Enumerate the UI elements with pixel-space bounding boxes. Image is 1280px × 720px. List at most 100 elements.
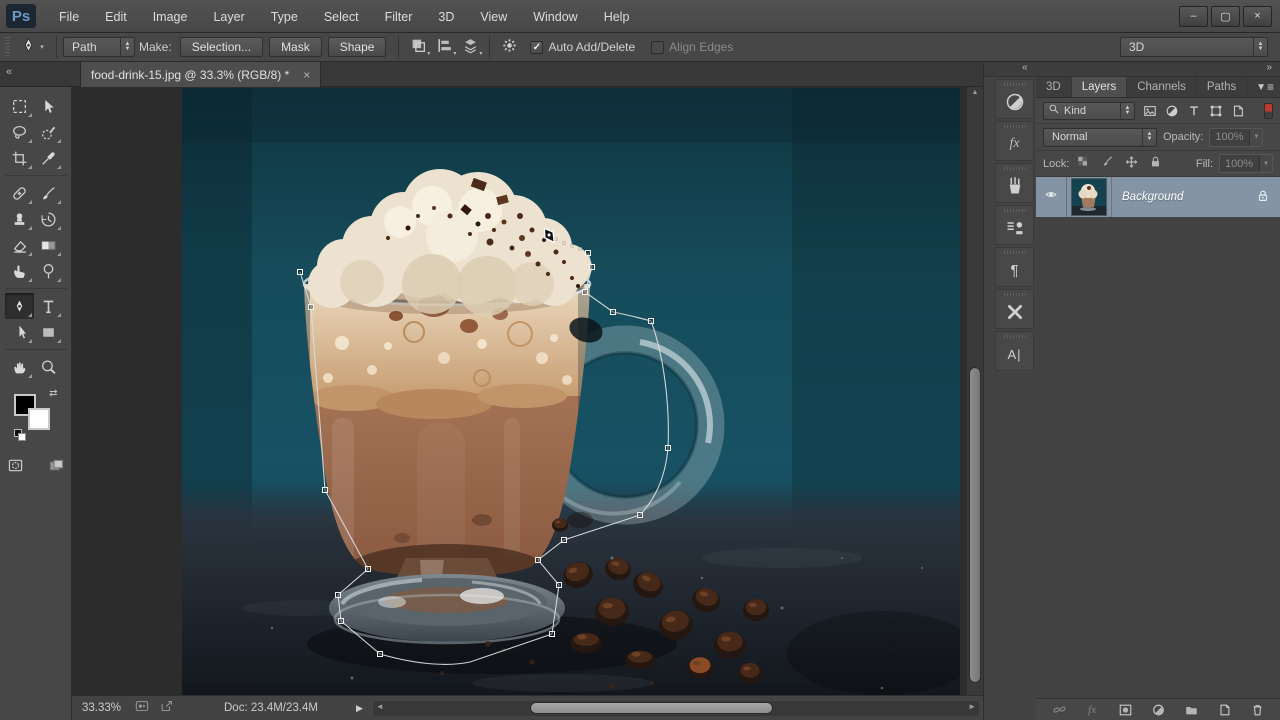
canvas-pasteboard[interactable]: ▲: [72, 87, 983, 695]
close-button[interactable]: ×: [1243, 5, 1272, 27]
lasso-tool[interactable]: [5, 119, 34, 145]
pen-tool-preset-button[interactable]: ▾: [14, 36, 50, 58]
fill-field[interactable]: 100% ▼: [1219, 154, 1273, 173]
zoom-level-field[interactable]: 33.33%: [82, 702, 130, 714]
clone-source-panel-icon[interactable]: [995, 205, 1034, 245]
tab-layers[interactable]: Layers: [1071, 77, 1128, 97]
screen-mode-button[interactable]: [47, 458, 66, 476]
document-canvas[interactable]: [182, 88, 977, 695]
swap-colors-icon[interactable]: ⇄: [49, 388, 57, 399]
gradient-tool[interactable]: [34, 232, 63, 258]
history-brush-tool[interactable]: [34, 206, 63, 232]
clone-stamp-tool[interactable]: [5, 206, 34, 232]
geometry-options-button[interactable]: [496, 36, 522, 58]
path-arrangement-button[interactable]: ▾: [457, 36, 483, 58]
workspace-switcher-dropdown[interactable]: 3D ▲ ▼: [1120, 37, 1268, 57]
document-tab[interactable]: food-drink-15.jpg @ 33.3% (RGB/8) * ×: [80, 62, 322, 87]
tool-mode-dropdown[interactable]: Path ▲ ▼: [63, 37, 135, 57]
path-anchor-point[interactable]: [556, 582, 562, 588]
quick-selection-tool[interactable]: [34, 119, 63, 145]
mask-button[interactable]: Mask: [269, 37, 322, 57]
path-operations-button[interactable]: ▾: [405, 36, 431, 58]
path-alignment-button[interactable]: ▾: [431, 36, 457, 58]
path-anchor-point[interactable]: [585, 250, 591, 256]
crop-tool[interactable]: [5, 145, 34, 171]
filter-smart-objects-button[interactable]: [1228, 102, 1247, 119]
path-anchor-point[interactable]: [338, 618, 344, 624]
maximize-button[interactable]: ▢: [1211, 5, 1240, 27]
path-anchor-point[interactable]: [308, 304, 314, 310]
filter-shape-layers-button[interactable]: [1206, 102, 1225, 119]
menu-item-image[interactable]: Image: [140, 0, 201, 33]
dodge-tool[interactable]: [34, 258, 63, 284]
lock-all-button[interactable]: [1148, 155, 1163, 172]
new-layer-button[interactable]: [1214, 701, 1234, 719]
path-selection-tool[interactable]: [5, 319, 34, 345]
menu-item-select[interactable]: Select: [311, 0, 372, 33]
menu-item-file[interactable]: File: [46, 0, 92, 33]
layer-visibility-toggle[interactable]: [1036, 177, 1067, 217]
default-colors-icon[interactable]: [13, 429, 27, 442]
path-anchor-point[interactable]: [582, 289, 588, 295]
menu-item-edit[interactable]: Edit: [92, 0, 140, 33]
collapse-panels-icon[interactable]: «: [1022, 62, 1028, 73]
minimize-button[interactable]: –: [1179, 5, 1208, 27]
menu-item-filter[interactable]: Filter: [372, 0, 426, 33]
path-anchor-point[interactable]: [637, 512, 643, 518]
align-edges-checkbox[interactable]: [651, 40, 665, 54]
layer-thumbnail[interactable]: [1067, 177, 1112, 217]
opacity-field[interactable]: 100% ▼: [1209, 127, 1264, 147]
spot-healing-brush-tool[interactable]: [5, 180, 34, 206]
rectangular-marquee-tool[interactable]: [5, 93, 34, 119]
character-panel-icon[interactable]: A|: [995, 331, 1034, 371]
menu-item-layer[interactable]: Layer: [200, 0, 257, 33]
path-anchor-point[interactable]: [335, 592, 341, 598]
path-anchor-point[interactable]: [377, 651, 383, 657]
path-anchor-point[interactable]: [648, 318, 654, 324]
scroll-up-icon[interactable]: ▲: [967, 89, 983, 96]
scroll-right-icon[interactable]: ►: [968, 702, 976, 711]
smudge-tool[interactable]: [5, 258, 34, 284]
lock-position-button[interactable]: [1124, 155, 1139, 172]
styles-panel-icon[interactable]: fx: [995, 121, 1034, 161]
new-adjustment-layer-button[interactable]: [1148, 701, 1168, 719]
path-anchor-point[interactable]: [297, 269, 303, 275]
brush-presets-panel-icon[interactable]: [995, 163, 1034, 203]
filter-kind-dropdown[interactable]: Kind ▲ ▼: [1043, 101, 1135, 120]
brush-tool[interactable]: [34, 180, 63, 206]
tab-close-icon[interactable]: ×: [303, 68, 310, 82]
toolbar-collapse-icon[interactable]: «: [6, 66, 12, 78]
adjustments-panel-icon[interactable]: [995, 79, 1034, 119]
background-color-swatch[interactable]: [27, 408, 50, 430]
filter-type-layers-button[interactable]: [1184, 102, 1203, 119]
scroll-left-icon[interactable]: ◄: [376, 702, 384, 711]
layer-row-background[interactable]: Background: [1036, 177, 1280, 217]
menu-item-view[interactable]: View: [467, 0, 520, 33]
path-anchor-point[interactable]: [589, 264, 595, 270]
delete-layer-button[interactable]: [1247, 701, 1267, 719]
blend-mode-dropdown[interactable]: Normal ▲ ▼: [1043, 127, 1157, 147]
paragraph-panel-icon[interactable]: ¶: [995, 247, 1034, 287]
menu-item-type[interactable]: Type: [258, 0, 311, 33]
add-layer-mask-button[interactable]: [1115, 701, 1135, 719]
eraser-tool[interactable]: [5, 232, 34, 258]
path-anchor-point[interactable]: [610, 309, 616, 315]
path-anchor-point[interactable]: [365, 566, 371, 572]
menu-item-window[interactable]: Window: [520, 0, 590, 33]
type-tool[interactable]: [34, 293, 63, 319]
vertical-scrollbar-thumb[interactable]: [969, 366, 981, 683]
selection-button[interactable]: Selection...: [179, 37, 264, 57]
mini-bridge-icon[interactable]: [132, 700, 152, 716]
vertical-scrollbar[interactable]: ▲: [966, 87, 983, 695]
pen-tool[interactable]: [4, 293, 34, 319]
shape-button[interactable]: Shape: [327, 37, 387, 57]
layer-style-button[interactable]: fx: [1082, 701, 1102, 719]
tab-paths[interactable]: Paths: [1197, 77, 1248, 97]
path-anchor-point[interactable]: [535, 557, 541, 563]
zoom-tool[interactable]: [34, 354, 63, 380]
tab-channels[interactable]: Channels: [1127, 77, 1197, 97]
path-anchor-point[interactable]: [665, 445, 671, 451]
layer-filter-toggle[interactable]: [1264, 102, 1273, 119]
tab-3d[interactable]: 3D: [1036, 77, 1072, 97]
horizontal-scrollbar-thumb[interactable]: [530, 701, 773, 714]
